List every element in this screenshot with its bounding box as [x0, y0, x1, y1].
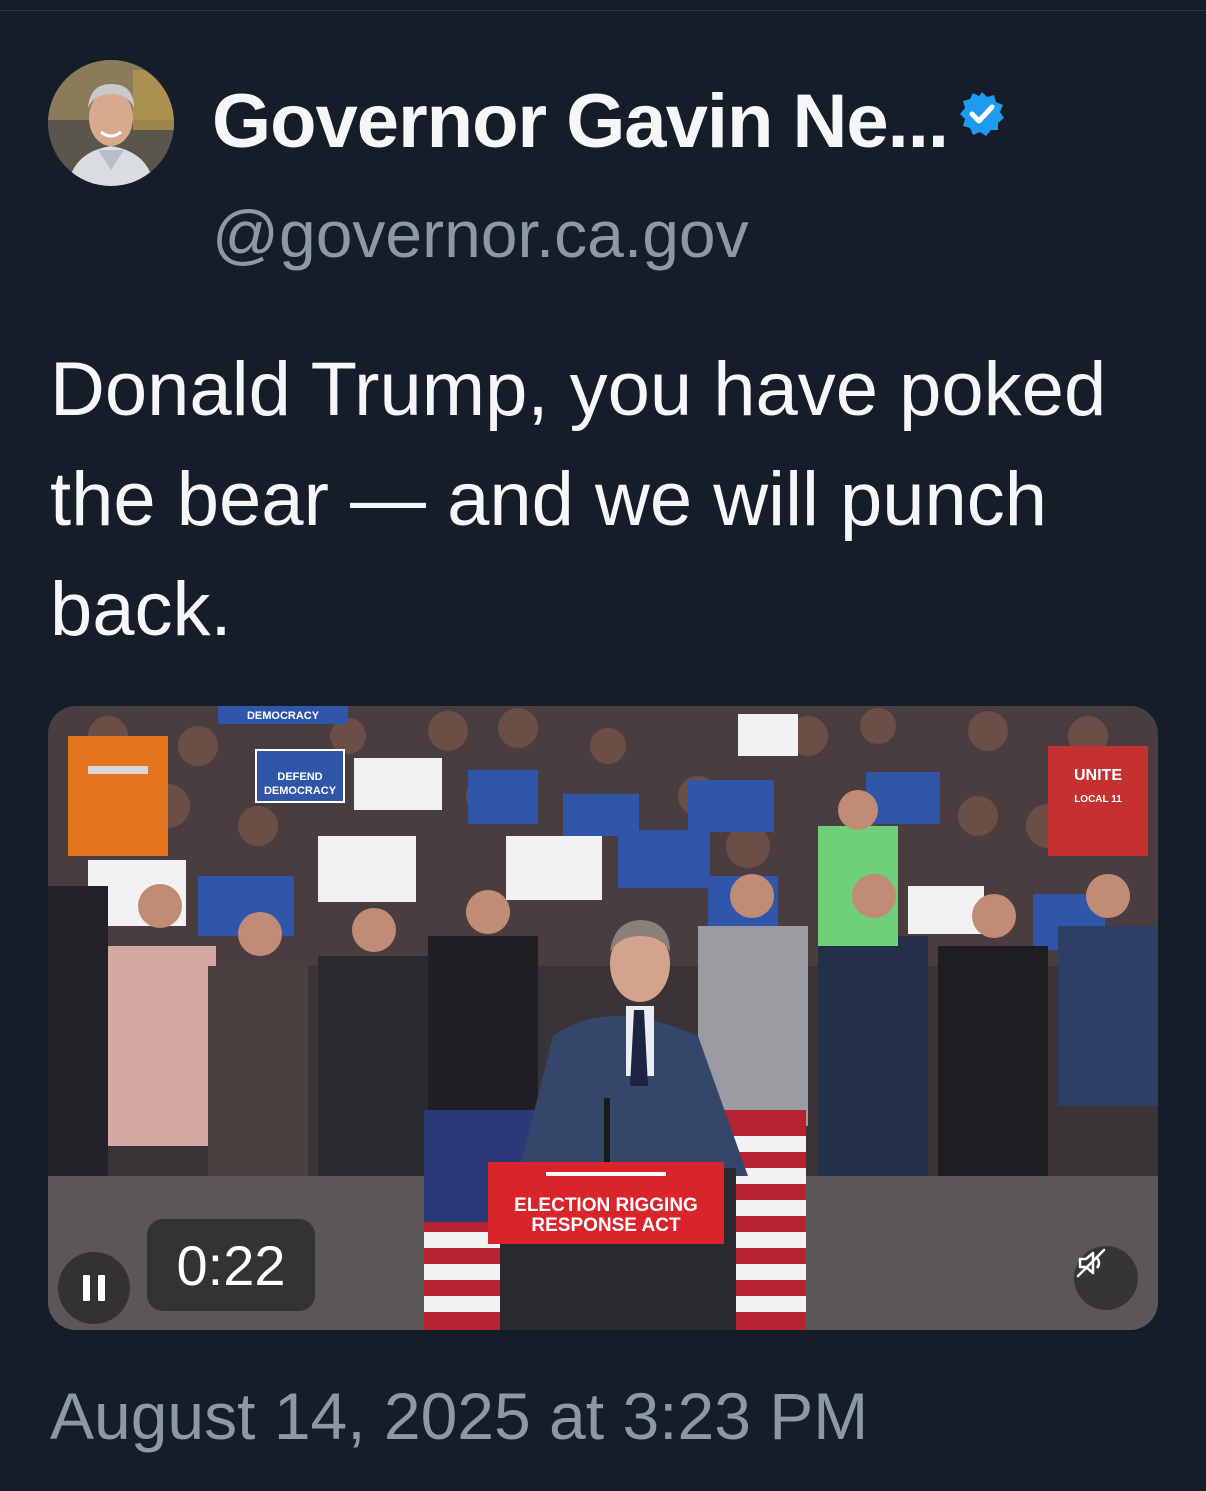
- unite-shirt-text: UNITE: [1074, 767, 1122, 784]
- video-elapsed-time: 0:22: [147, 1219, 315, 1311]
- sign-defend-1: DEFEND: [277, 771, 322, 783]
- verified-badge-icon: [960, 92, 1004, 136]
- pause-icon-bar-left: [83, 1275, 90, 1301]
- author-name-row[interactable]: Governor Gavin Ne...: [212, 76, 1006, 166]
- unite-shirt-subtext: LOCAL 11: [1074, 794, 1122, 805]
- author-handle[interactable]: @governor.ca.gov: [212, 196, 749, 272]
- unmute-button[interactable]: [1074, 1246, 1138, 1310]
- avatar-photo: [48, 60, 174, 186]
- podium-sign-line2: RESPONSE ACT: [531, 1215, 681, 1236]
- pause-icon-bar-right: [98, 1275, 105, 1301]
- video-player[interactable]: UNITE LOCAL 11 DEMOCRACY DEFEND DEMOCRAC…: [48, 706, 1158, 1330]
- speaker-muted-icon: [1076, 1248, 1106, 1278]
- top-divider: [0, 10, 1206, 11]
- sign-democracy-1: DEMOCRACY: [264, 785, 337, 797]
- post-text: Donald Trump, you have poked the bear — …: [50, 347, 1107, 652]
- author-avatar[interactable]: [48, 60, 174, 186]
- banner-top-text: DEMOCRACY: [247, 710, 320, 722]
- pause-button[interactable]: [58, 1252, 130, 1324]
- author-display-name[interactable]: Governor Gavin Ne...: [212, 78, 949, 165]
- post-timestamp[interactable]: August 14, 2025 at 3:23 PM: [50, 1378, 868, 1454]
- podium-sign-line1: ELECTION RIGGING: [514, 1195, 698, 1216]
